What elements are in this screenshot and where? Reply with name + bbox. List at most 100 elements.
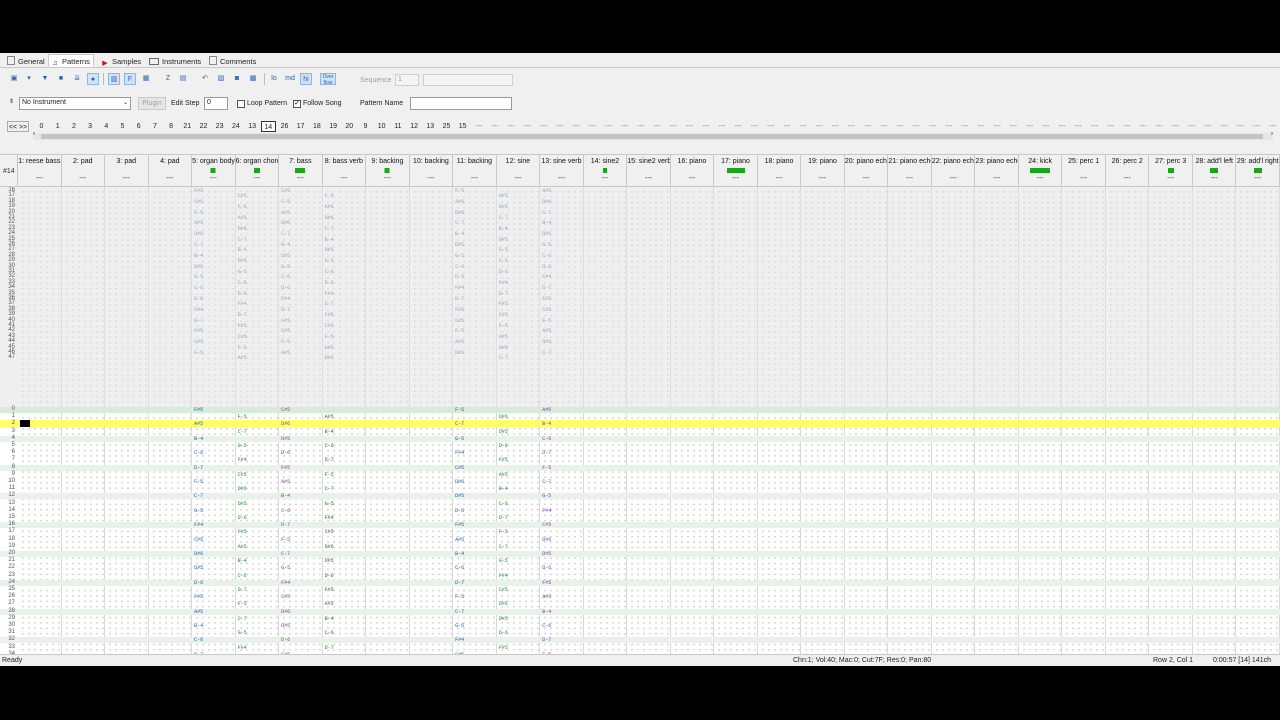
undo-icon[interactable]: ↶ <box>199 73 211 85</box>
note-cell[interactable]: D-7 <box>325 645 334 651</box>
order-empty-slot[interactable]: --- <box>1184 121 1199 132</box>
note-cell[interactable]: A#5 <box>455 340 464 345</box>
note-cell[interactable]: A#5 <box>499 334 508 340</box>
play-row-icon[interactable]: ⇊ <box>71 73 83 85</box>
note-cell[interactable]: C#5 <box>542 307 551 313</box>
note-cell[interactable]: G-5 <box>455 253 464 259</box>
tab-samples[interactable]: ▶ Samples <box>98 54 145 67</box>
note-cell[interactable]: A#5 <box>542 189 551 194</box>
order-item[interactable]: 24 <box>228 121 243 132</box>
note-cell[interactable]: F-5 <box>281 537 290 543</box>
note-cell[interactable]: G-5 <box>455 436 464 442</box>
order-item[interactable]: 20 <box>342 121 357 132</box>
note-cell[interactable]: A#5 <box>542 408 551 413</box>
note-cell[interactable]: D-6 <box>281 286 290 291</box>
order-item[interactable]: 1 <box>50 121 65 132</box>
channel-header[interactable]: 4: pad --- <box>149 155 193 186</box>
order-item[interactable]: 8 <box>164 121 179 132</box>
note-cell[interactable]: C#5 <box>455 465 464 471</box>
note-cell[interactable]: F-5 <box>455 329 464 334</box>
order-empty-slot[interactable]: --- <box>828 121 843 132</box>
note-cell[interactable]: D#5 <box>455 494 464 499</box>
note-cell[interactable]: C-6 <box>542 253 551 259</box>
note-cell[interactable]: D-6 <box>499 270 508 275</box>
note-cell[interactable]: F#5 <box>194 408 203 413</box>
channel-header[interactable]: 25: perc 1 --- <box>1062 155 1106 186</box>
note-cell[interactable]: F-5 <box>499 324 508 329</box>
note-cell[interactable]: D#5 <box>325 248 334 253</box>
note-cell[interactable]: C-6 <box>281 508 290 514</box>
order-empty-slot[interactable]: --- <box>617 121 632 132</box>
channel-header[interactable]: 16: piano --- <box>671 155 715 186</box>
channel-header[interactable]: 29: add'l right --- <box>1236 155 1280 186</box>
note-cell[interactable]: F#5 <box>238 530 247 535</box>
plugin-icon[interactable]: ◙ <box>231 73 243 85</box>
order-empty-slot[interactable]: --- <box>763 121 778 132</box>
note-cell[interactable]: B-4 <box>194 624 203 629</box>
order-empty-slot[interactable]: --- <box>1071 121 1086 132</box>
overflow-button[interactable]: Over flow <box>320 73 336 86</box>
note-cell[interactable]: D#5 <box>281 253 290 259</box>
note-cell[interactable]: C-7 <box>281 552 290 557</box>
note-cell[interactable]: C-6 <box>194 286 203 291</box>
note-cell[interactable]: F#4 <box>194 523 203 528</box>
note-cell[interactable]: D-7 <box>499 516 508 521</box>
channel-header[interactable]: 10: backing --- <box>410 155 454 186</box>
note-cell[interactable]: F#5 <box>542 580 551 586</box>
channel-header[interactable]: 8: bass verb --- <box>323 155 367 186</box>
note-cell[interactable]: D#6 <box>238 226 247 232</box>
note-cell[interactable]: F#4 <box>455 451 464 456</box>
note-cell[interactable]: F#5 <box>455 523 464 528</box>
note-cell[interactable]: D-7 <box>194 318 203 324</box>
note-cell[interactable]: C#5 <box>542 523 551 528</box>
note-cell[interactable]: F#5 <box>238 324 247 329</box>
note-cell[interactable]: A#5 <box>194 609 203 615</box>
note-cell[interactable]: D-7 <box>325 458 334 463</box>
order-scrollbar[interactable]: ‹ › <box>33 131 1273 140</box>
order-item[interactable]: 25 <box>439 121 454 132</box>
note-cell[interactable]: C-6 <box>194 638 203 643</box>
note-cell[interactable]: D#6 <box>281 609 290 615</box>
note-cell[interactable]: D#5 <box>455 243 464 248</box>
note-cell[interactable]: D-7 <box>542 286 551 291</box>
note-cell[interactable]: B-4 <box>238 248 247 253</box>
note-cell[interactable]: G-5 <box>194 508 203 514</box>
order-empty-slot[interactable]: --- <box>504 121 519 132</box>
order-empty-slot[interactable]: --- <box>990 121 1005 132</box>
note-cell[interactable]: D-7 <box>238 588 247 593</box>
note-cell[interactable]: B-4 <box>542 221 551 226</box>
order-item[interactable]: 22 <box>196 121 211 132</box>
note-cell[interactable]: C#5 <box>499 588 508 593</box>
note-cell[interactable]: D-6 <box>194 580 203 586</box>
note-cell[interactable]: C-6 <box>238 573 247 579</box>
note-cell[interactable]: C#5 <box>238 472 247 478</box>
prev-instrument-icon[interactable]: ⇕ <box>9 98 14 105</box>
order-empty-slot[interactable]: --- <box>1200 121 1215 132</box>
loop-pattern-checkbox[interactable] <box>237 100 245 108</box>
note-cell[interactable]: B-4 <box>499 226 508 232</box>
order-empty-slot[interactable]: --- <box>909 121 924 132</box>
note-cell[interactable]: F#4 <box>499 280 508 286</box>
note-cell[interactable]: A#5 <box>281 351 290 356</box>
order-empty-slot[interactable]: --- <box>1152 121 1167 132</box>
note-cell[interactable]: C#5 <box>455 318 464 324</box>
note-cell[interactable]: C#5 <box>238 334 247 340</box>
note-cell[interactable]: F-5 <box>455 595 464 600</box>
order-empty-slot[interactable]: --- <box>1136 121 1151 132</box>
note-cell[interactable]: D#6 <box>499 415 508 420</box>
note-cell[interactable]: C-6 <box>542 624 551 629</box>
note-cell[interactable]: F-5 <box>455 408 464 413</box>
channel-header[interactable]: 21: piano echo --- <box>888 155 932 186</box>
order-empty-slot[interactable]: --- <box>974 121 989 132</box>
note-cell[interactable]: F-5 <box>238 415 247 420</box>
channel-header[interactable]: 22: piano echo --- <box>932 155 976 186</box>
order-empty-slot[interactable]: --- <box>488 121 503 132</box>
order-empty-slot[interactable]: --- <box>471 121 486 132</box>
note-cell[interactable]: D-6 <box>281 451 290 456</box>
note-cell[interactable]: B-4 <box>455 232 464 237</box>
note-cell[interactable]: C-6 <box>499 501 508 507</box>
pattern-name-input[interactable] <box>410 97 512 110</box>
note-cell[interactable]: B-4 <box>281 494 290 499</box>
note-cell[interactable]: C-7 <box>455 609 464 615</box>
note-cell[interactable]: A#5 <box>325 602 334 607</box>
